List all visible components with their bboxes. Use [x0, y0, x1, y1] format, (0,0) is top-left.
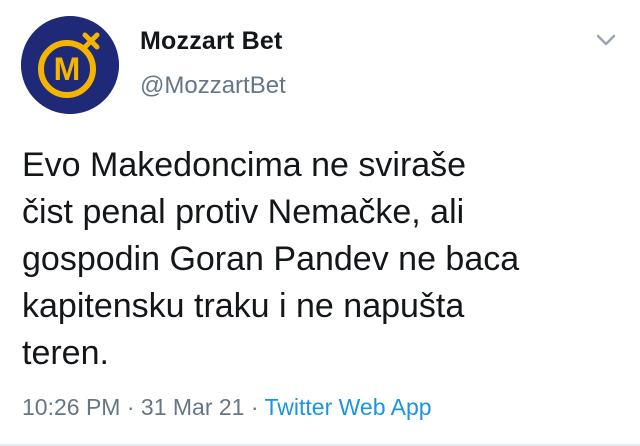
display-name[interactable]: Mozzart Bet [140, 27, 282, 56]
tweet-source-link[interactable]: Twitter Web App [265, 394, 432, 420]
avatar-letter: M [54, 51, 81, 87]
tweet-time[interactable]: 10:26 PM [22, 394, 120, 420]
tweet-text: Evo Makedoncima ne sviraše čist penal pr… [22, 146, 520, 372]
chevron-down-icon[interactable] [594, 32, 618, 48]
meta-separator: · [126, 394, 135, 420]
avatar[interactable]: M [21, 16, 119, 114]
tweet-meta: 10:26 PM · 31 Mar 21 · Twitter Web App [22, 394, 432, 421]
meta-separator: · [250, 394, 259, 420]
mozzart-logo-icon: M [21, 16, 119, 114]
user-handle[interactable]: @MozzartBet [140, 72, 286, 100]
tweet-date[interactable]: 31 Mar 21 [141, 394, 245, 420]
tweet-card: M Mozzart Bet @MozzartBet Evo Makedoncim… [0, 0, 640, 446]
